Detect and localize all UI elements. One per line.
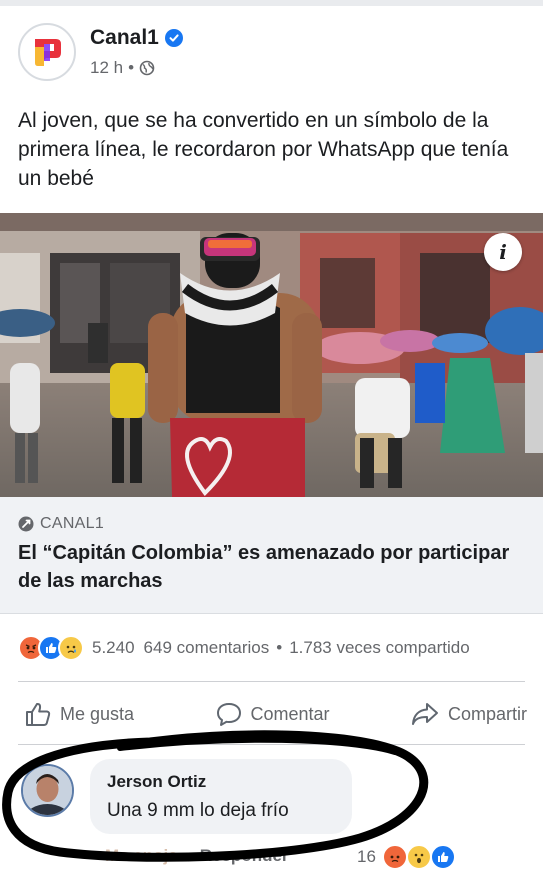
link-icon [18,516,34,532]
reactions-count[interactable]: 5.240 [92,638,135,658]
reaction-icons[interactable] [18,635,84,661]
top-divider [0,0,543,6]
like-label[interactable]: Me gusta [60,704,134,725]
speech-bubble-icon [216,703,241,726]
comment-reaction-count: 16 [357,847,376,866]
comment-actions: Me enoja Responder [105,846,289,866]
info-icon[interactable]: i [484,233,522,271]
comment-reactions[interactable]: 16 [357,844,456,870]
protest-photo-image [0,213,543,497]
sad-reaction-icon [58,635,84,661]
post-caption: Al joven, que se ha convertido en un sím… [18,109,509,190]
link-preview[interactable]: CANAL1 El “Capitán Colombia” es amenazad… [0,497,543,614]
canal1-logo-icon [35,39,61,66]
post-time[interactable]: 12 h [90,58,123,78]
like-button[interactable]: Me gusta [18,697,140,731]
post-meta: 12 h • [90,58,155,78]
comment-reply-link[interactable]: Responder [200,846,289,866]
share-button[interactable]: Compartir [404,697,533,731]
divider [18,681,525,682]
link-source-text: CANAL1 [40,515,105,532]
comment-label[interactable]: Comentar [251,704,330,725]
page-name[interactable]: Canal1 [90,26,183,50]
post-actions: Me gusta Comentar Compartir [18,693,533,735]
angry-reaction-icon [381,844,408,870]
verified-check-icon [164,29,183,47]
comment-text: Una 9 mm lo deja frío [107,800,289,821]
comment-react-link[interactable]: Me enoja [105,846,178,866]
shares-count[interactable]: 1.783 veces compartido [289,638,470,658]
post-stats: 5.240 649 comentarios • 1.783 veces comp… [18,634,533,662]
link-source: CANAL1 [18,515,104,533]
like-reaction-icon [429,844,456,870]
thumbs-up-icon [26,702,51,726]
globe-icon [139,60,155,76]
share-label[interactable]: Compartir [448,704,527,725]
comment-author[interactable]: Jerson Ortiz [107,772,206,792]
divider [18,744,525,745]
meta-dot: • [128,58,135,77]
post-photo[interactable] [0,213,543,497]
wow-reaction-icon [405,844,432,870]
page-name-text[interactable]: Canal1 [90,26,159,50]
comment-button[interactable]: Comentar [209,697,336,731]
page-avatar[interactable] [18,23,76,81]
commenter-photo-image [23,766,72,815]
share-arrow-icon [411,703,438,725]
comments-count[interactable]: 649 comentarios [144,638,270,658]
link-headline[interactable]: El “Capitán Colombia” es amenazado por p… [18,539,523,595]
stats-dot: • [276,638,283,657]
comment-bubble: Jerson Ortiz Una 9 mm lo deja frío [90,759,352,834]
commenter-avatar[interactable] [21,764,74,817]
